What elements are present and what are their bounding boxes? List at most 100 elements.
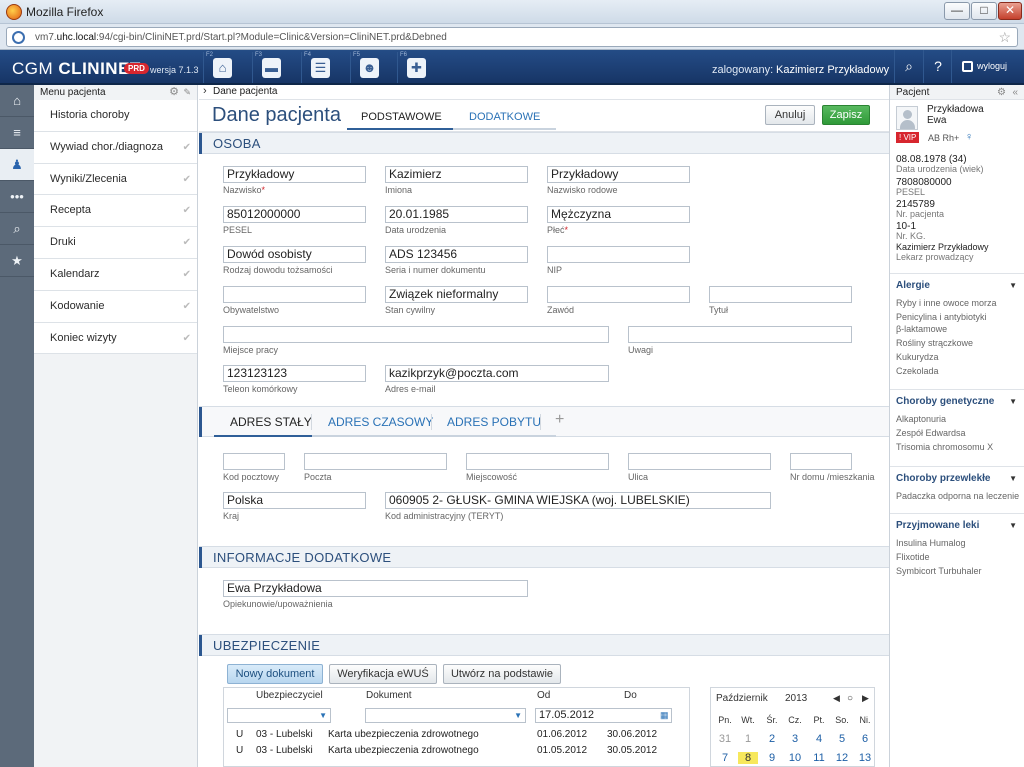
toolbar-home-button[interactable]: F2 ⌂: [203, 52, 237, 83]
create-from-button[interactable]: Utwórz na podstawie: [443, 664, 561, 684]
menu-item-druki[interactable]: Druki ✔: [34, 227, 197, 259]
calendar-next-button[interactable]: ▶: [862, 693, 869, 704]
url-field[interactable]: vm7.uhc.local:94/cgi-bin/CliniNET.prd/St…: [6, 27, 1018, 47]
id-type-field[interactable]: Dowód osobisty: [223, 246, 366, 263]
toolbar-ambulance-button[interactable]: F6 ✚: [397, 52, 431, 83]
calendar-icon[interactable]: ▦: [660, 710, 669, 721]
col-header-document[interactable]: Dokument: [366, 690, 412, 701]
nav-search-icon[interactable]: ⌕: [0, 213, 34, 245]
genetic-diseases-section[interactable]: Choroby genetyczne ▼ Alkaptonuria Zespół…: [890, 389, 1024, 459]
collapse-icon[interactable]: «: [1012, 85, 1018, 100]
menu-item-kalendarz[interactable]: Kalendarz ✔: [34, 258, 197, 291]
phone-field[interactable]: 123123123: [223, 365, 366, 382]
email-field[interactable]: kazikprzyk@poczta.com: [385, 365, 609, 382]
maiden-name-field[interactable]: Przykładowy: [547, 166, 690, 183]
calendar-prev-button[interactable]: ◀: [833, 693, 840, 704]
notes-field[interactable]: [628, 326, 852, 343]
calendar-day[interactable]: 1: [738, 733, 758, 745]
pin-icon[interactable]: ✎: [183, 85, 191, 100]
toolbar-bed-button[interactable]: F3 ▬: [252, 52, 286, 83]
country-field[interactable]: Polska: [223, 492, 366, 509]
logout-button[interactable]: wyloguj: [951, 50, 1024, 83]
calendar-day[interactable]: 11: [809, 752, 829, 764]
surname-field[interactable]: Przykładowy: [223, 166, 366, 183]
first-names-field[interactable]: Kazimierz: [385, 166, 528, 183]
teryt-field[interactable]: 060905 2- GŁUSK- GMINA WIEJSKA (woj. LUB…: [385, 492, 771, 509]
post-office-field[interactable]: [304, 453, 447, 470]
menu-item-wywiad[interactable]: Wywiad chor./diagnoza ✔: [34, 131, 197, 164]
sex-field[interactable]: Mężczyzna: [547, 206, 690, 223]
calendar-day[interactable]: 7: [715, 752, 735, 764]
verify-ewus-button[interactable]: Weryfikacja eWUŚ: [329, 664, 437, 684]
add-address-tab-button[interactable]: +: [555, 411, 564, 429]
genetic-item: Trisomia chromosomu X: [896, 442, 994, 452]
chevron-down-icon[interactable]: ▼: [1009, 521, 1017, 530]
help-button[interactable]: ?: [923, 50, 952, 83]
menu-item-koniec[interactable]: Koniec wizyty ✔: [34, 322, 197, 355]
bookmark-star-icon[interactable]: ☆: [998, 29, 1011, 46]
col-header-from[interactable]: Od: [537, 690, 550, 701]
pesel-field[interactable]: 85012000000: [223, 206, 366, 223]
tab-adres-pobytu[interactable]: ADRES POBYTU: [432, 415, 557, 437]
street-field[interactable]: [628, 453, 771, 470]
house-number-field[interactable]: [790, 453, 852, 470]
chevron-down-icon[interactable]: ▼: [1009, 474, 1017, 483]
calendar-day[interactable]: 5: [832, 733, 852, 745]
new-document-button[interactable]: Nowy dokument: [227, 664, 323, 684]
workplace-field[interactable]: [223, 326, 609, 343]
col-header-insurer[interactable]: Ubezpieczyciel: [256, 690, 323, 701]
tab-dodatkowe[interactable]: DODATKOWE: [453, 111, 557, 130]
chronic-diseases-section[interactable]: Choroby przewlekłe ▼ Padaczka odporna na…: [890, 466, 1024, 506]
nip-field[interactable]: [547, 246, 690, 263]
date-from-filter[interactable]: 17.05.2012: [535, 708, 672, 723]
nav-patient-icon[interactable]: ♟: [0, 149, 34, 181]
title-field[interactable]: [709, 286, 852, 303]
calendar-day[interactable]: 4: [809, 733, 829, 745]
col-header-to[interactable]: Do: [624, 690, 637, 701]
id-number-field[interactable]: ADS 123456: [385, 246, 528, 263]
calendar-day[interactable]: 13: [855, 752, 875, 764]
marital-status-field[interactable]: Związek nieformalny: [385, 286, 528, 303]
menu-item-historia[interactable]: Historia choroby: [34, 100, 197, 132]
nav-list-icon[interactable]: ≡: [0, 117, 34, 149]
nav-star-icon[interactable]: ★: [0, 245, 34, 277]
minimize-button[interactable]: —: [944, 2, 970, 20]
calendar-today-button[interactable]: ○: [847, 693, 853, 704]
menu-item-recepta[interactable]: Recepta ✔: [34, 195, 197, 228]
calendar-day[interactable]: 6: [855, 733, 875, 745]
toolbar-doctor-button[interactable]: F5 ☻: [350, 52, 384, 83]
tab-adres-czasowy[interactable]: ADRES CZASOWY: [312, 415, 450, 437]
city-field[interactable]: [466, 453, 609, 470]
calendar-today[interactable]: 8: [738, 752, 758, 764]
cancel-button[interactable]: Anuluj: [765, 105, 815, 125]
allergies-section[interactable]: Alergie ▼ Ryby i inne owoce morza Penicy…: [890, 273, 1024, 383]
menu-item-kodowanie[interactable]: Kodowanie ✔: [34, 290, 197, 323]
calendar-day[interactable]: 12: [832, 752, 852, 764]
menu-item-wyniki[interactable]: Wyniki/Zlecenia ✔: [34, 163, 197, 196]
insurer-filter-select[interactable]: [227, 708, 331, 723]
nav-more-icon[interactable]: •••: [0, 181, 34, 213]
profession-field[interactable]: [547, 286, 690, 303]
toolbar-clipboard-button[interactable]: F4 ☰: [301, 52, 335, 83]
nav-home-icon[interactable]: ⌂: [0, 85, 34, 117]
maximize-button[interactable]: □: [971, 2, 997, 20]
tab-podstawowe[interactable]: PODSTAWOWE: [347, 111, 456, 130]
close-window-button[interactable]: ✕: [998, 2, 1022, 20]
postal-code-field[interactable]: [223, 453, 285, 470]
global-search-button[interactable]: ⌕: [894, 50, 923, 83]
calendar-day[interactable]: 3: [785, 733, 805, 745]
save-button[interactable]: Zapisz: [822, 105, 870, 125]
guardian-field[interactable]: Ewa Przykładowa: [223, 580, 528, 597]
drugs-section[interactable]: Przyjmowane leki ▼ Insulina Humalog Flix…: [890, 513, 1024, 583]
citizenship-field[interactable]: [223, 286, 366, 303]
calendar-day[interactable]: 2: [762, 733, 782, 745]
birth-date-field[interactable]: 20.01.1985: [385, 206, 528, 223]
gear-icon[interactable]: ⚙: [997, 85, 1006, 100]
gear-icon[interactable]: ⚙: [169, 85, 179, 100]
calendar-day[interactable]: 10: [785, 752, 805, 764]
document-filter-select[interactable]: [365, 708, 526, 723]
calendar-day[interactable]: 9: [762, 752, 782, 764]
chevron-down-icon[interactable]: ▼: [1009, 397, 1017, 406]
calendar-day[interactable]: 31: [715, 733, 735, 745]
chevron-down-icon[interactable]: ▼: [1009, 281, 1017, 290]
